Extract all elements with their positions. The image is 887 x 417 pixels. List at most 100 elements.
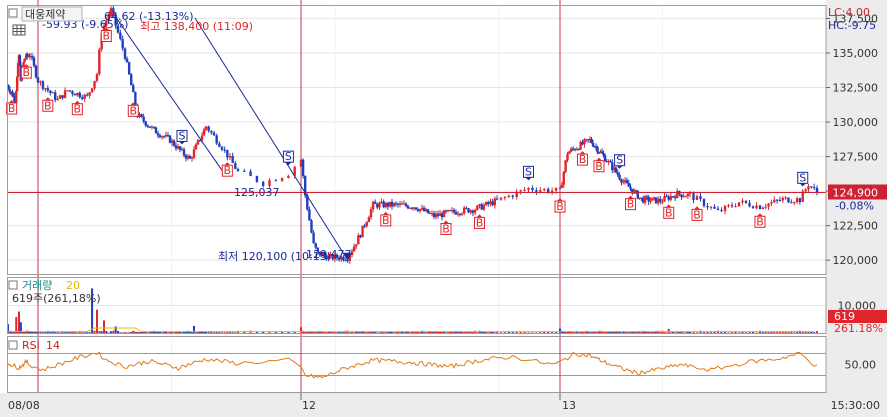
volume-bar: [110, 331, 112, 333]
candle: [148, 126, 152, 128]
buy-signal-label: B: [627, 198, 635, 211]
candle: [773, 199, 776, 203]
volume-bar: [640, 332, 643, 333]
candle: [384, 202, 387, 208]
candle: [90, 88, 94, 93]
candle: [132, 85, 135, 93]
volume-bar: [419, 332, 421, 333]
volume-bar: [96, 309, 98, 333]
volume-bar: [223, 332, 226, 333]
volume-bar: [399, 332, 401, 333]
candle: [775, 199, 779, 201]
candle: [798, 198, 802, 202]
candle: [661, 201, 664, 203]
candle: [192, 149, 196, 158]
candle: [243, 170, 246, 172]
volume-bar: [738, 332, 740, 334]
candle: [220, 146, 224, 150]
candle: [523, 189, 526, 191]
rsi-period: 14: [46, 339, 60, 352]
volume-bar: [724, 331, 726, 333]
volume-bar: [447, 332, 449, 333]
candle: [367, 217, 371, 223]
candle: [471, 210, 475, 213]
volume-bar: [161, 332, 163, 334]
volume-bar: [175, 331, 177, 333]
volume-bar: [378, 332, 381, 334]
volume-bar: [423, 332, 425, 333]
volume-bar: [625, 332, 628, 333]
volume-bar: [562, 332, 565, 333]
candle: [363, 225, 366, 227]
candle: [535, 190, 538, 192]
volume-bar: [93, 330, 96, 333]
volume-bar: [56, 332, 59, 333]
buy-signal-label: B: [382, 214, 390, 227]
volume-bar: [684, 332, 687, 333]
candle: [81, 97, 84, 99]
candle: [39, 81, 42, 83]
volume-bar: [119, 332, 122, 333]
volume-bar: [221, 332, 223, 333]
rsi-checkbox[interactable]: [8, 340, 18, 350]
candle: [61, 95, 64, 98]
volume-bar: [624, 332, 627, 333]
candle: [590, 138, 593, 143]
volume-bar: [124, 332, 126, 333]
volume-bar: [793, 332, 796, 334]
volume-bar: [100, 331, 103, 333]
candle: [519, 190, 522, 192]
y-tick-label: 130,000: [833, 116, 879, 129]
candle: [287, 175, 290, 179]
candle: [564, 160, 567, 172]
table-icon[interactable]: [12, 24, 26, 36]
candle: [654, 197, 658, 204]
volume-bar: [333, 332, 336, 333]
candle: [787, 197, 790, 203]
volume-bar: [566, 332, 569, 333]
candle: [386, 202, 390, 207]
volume-bar: [678, 332, 681, 333]
volume-bar: [114, 326, 117, 333]
candle: [144, 121, 147, 126]
volume-checkbox[interactable]: [8, 280, 18, 290]
candle: [150, 126, 154, 128]
candle: [71, 91, 74, 94]
candle: [119, 32, 122, 39]
lc-label: LC:4.00: [828, 6, 870, 19]
candle: [495, 198, 499, 200]
table-icon-frame: [12, 24, 26, 36]
volume-info: 619주(261,18%): [12, 292, 101, 305]
candle: [761, 207, 765, 210]
panel-checkbox[interactable]: [8, 8, 18, 18]
volume-bar: [527, 332, 530, 333]
volume-bar: [136, 331, 139, 333]
candle: [308, 209, 311, 221]
candle: [32, 57, 36, 66]
candle: [41, 81, 45, 89]
volume-bar: [134, 331, 137, 333]
volume-bar: [499, 332, 502, 334]
buy-signal-label: B: [756, 215, 764, 228]
volume-bar: [531, 332, 534, 333]
candle: [531, 187, 534, 191]
candle: [182, 149, 186, 156]
volume-bar: [535, 332, 538, 334]
candle: [460, 213, 464, 215]
candle: [85, 94, 89, 96]
candle: [702, 199, 706, 207]
buy-signal-label: B: [595, 160, 603, 173]
candle: [688, 193, 692, 195]
volume-bar: [31, 332, 33, 333]
candle: [212, 132, 216, 136]
volume-bar: [49, 332, 52, 333]
volume-bar: [117, 330, 119, 333]
candle: [404, 203, 408, 206]
volume-bar: [138, 332, 141, 333]
volume-bar: [453, 332, 455, 333]
candle: [125, 58, 129, 63]
candle: [123, 48, 127, 59]
candle: [127, 62, 131, 75]
volume-title: 거래량: [22, 279, 52, 292]
rsi-tick-label: 50.00: [845, 359, 877, 372]
